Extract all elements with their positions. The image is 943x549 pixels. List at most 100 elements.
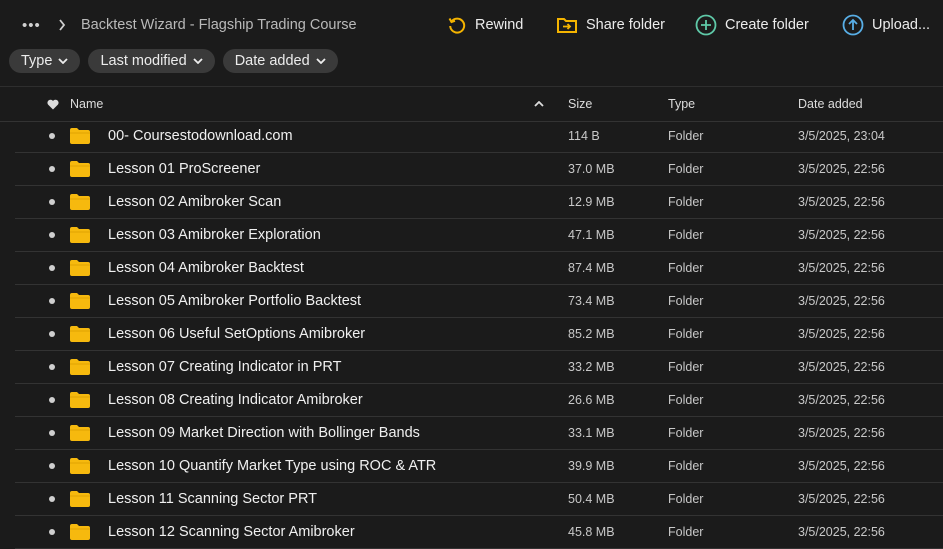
row-bullet-icon [49, 219, 55, 251]
file-type: Folder [668, 261, 704, 275]
file-size: 12.9 MB [568, 195, 615, 209]
table-row[interactable]: Lesson 03 Amibroker Exploration 47.1 MB Fo… [15, 219, 943, 252]
table-row[interactable]: Lesson 05 Amibroker Portfolio Backtest 73… [15, 285, 943, 318]
file-date-added: 3/5/2025, 22:56 [798, 294, 885, 308]
chevron-down-icon [316, 56, 326, 67]
file-name[interactable]: Lesson 02 Amibroker Scan [108, 186, 281, 218]
file-date-added: 3/5/2025, 22:56 [798, 228, 885, 242]
create-folder-label: Create folder [725, 17, 809, 33]
table-row[interactable]: Lesson 08 Creating Indicator Amibroker 26… [15, 384, 943, 417]
file-size: 85.2 MB [568, 327, 615, 341]
table-row[interactable]: Lesson 01 ProScreener 37.0 MB Folder 3/5/20… [15, 153, 943, 186]
folder-icon [70, 219, 90, 251]
table-row[interactable]: Lesson 06 Useful SetOptions Amibroker 85.… [15, 318, 943, 351]
file-type: Folder [668, 492, 704, 506]
folder-icon [70, 516, 90, 548]
table-row[interactable]: Lesson 10 Quantify Market Type using ROC… [15, 450, 943, 483]
create-folder-button[interactable]: Create folder [695, 0, 809, 50]
breadcrumb[interactable]: Backtest Wizard - Flagship Trading Cours… [81, 0, 357, 50]
file-size: 33.1 MB [568, 426, 615, 440]
table-row[interactable]: Lesson 11 Scanning Sector PRT 50.4 MB Fold… [15, 483, 943, 516]
filter-modified-label: Last modified [100, 53, 187, 69]
table-row[interactable]: Lesson 04 Amibroker Backtest 87.4 MB Folde… [15, 252, 943, 285]
file-size: 73.4 MB [568, 294, 615, 308]
file-name[interactable]: Lesson 01 ProScreener [108, 153, 260, 185]
row-bullet-icon [49, 186, 55, 218]
row-bullet-icon [49, 153, 55, 185]
file-date-added: 3/5/2025, 22:56 [798, 459, 885, 473]
file-date-added: 3/5/2025, 22:56 [798, 162, 885, 176]
file-list: 00- Coursestodownload.com 114 B Folder 3/5/… [0, 120, 943, 549]
row-bullet-icon [49, 285, 55, 317]
filter-date-added-chip[interactable]: Date added [222, 49, 338, 73]
row-bullet-icon [49, 483, 55, 515]
chevron-down-icon [193, 56, 203, 67]
heart-icon[interactable] [47, 87, 59, 121]
folder-icon [70, 417, 90, 449]
table-row[interactable]: Lesson 07 Creating Indicator in PRT 33.2 … [15, 351, 943, 384]
upload-icon [842, 14, 864, 36]
row-bullet-icon [49, 318, 55, 350]
file-name[interactable]: Lesson 05 Amibroker Portfolio Backtest [108, 285, 361, 317]
row-bullet-icon [49, 351, 55, 383]
file-date-added: 3/5/2025, 23:04 [798, 129, 885, 143]
file-type: Folder [668, 129, 704, 143]
file-type: Folder [668, 195, 704, 209]
file-date-added: 3/5/2025, 22:56 [798, 492, 885, 506]
table-row[interactable]: Lesson 09 Market Direction with Bollinge… [15, 417, 943, 450]
column-name-header[interactable]: Name [70, 87, 103, 121]
table-row[interactable]: 00- Coursestodownload.com 114 B Folder 3/5/… [15, 120, 943, 153]
file-type: Folder [668, 360, 704, 374]
file-size: 87.4 MB [568, 261, 615, 275]
column-type-header[interactable]: Type [668, 87, 695, 121]
sort-ascending-icon[interactable] [534, 87, 544, 121]
file-name[interactable]: Lesson 10 Quantify Market Type using ROC… [108, 450, 436, 482]
file-name[interactable]: Lesson 07 Creating Indicator in PRT [108, 351, 341, 383]
file-name[interactable]: Lesson 09 Market Direction with Bollinge… [108, 417, 420, 449]
table-row[interactable]: Lesson 12 Scanning Sector Amibroker 45.8 … [15, 516, 943, 549]
folder-icon [70, 351, 90, 383]
file-type: Folder [668, 459, 704, 473]
chevron-down-icon [58, 56, 69, 67]
folder-icon [70, 318, 90, 350]
file-size: 37.0 MB [568, 162, 615, 176]
filter-type-label: Type [21, 53, 53, 69]
folder-icon [70, 153, 90, 185]
file-name[interactable]: Lesson 11 Scanning Sector PRT [108, 483, 317, 515]
file-size: 47.1 MB [568, 228, 615, 242]
upload-label: Upload... [872, 17, 931, 33]
folder-icon [70, 120, 90, 152]
file-date-added: 3/5/2025, 22:56 [798, 195, 885, 209]
file-type: Folder [668, 426, 704, 440]
file-date-added: 3/5/2025, 22:56 [798, 327, 885, 341]
share-folder-label: Share folder [586, 17, 665, 33]
folder-icon [70, 252, 90, 284]
column-size-header[interactable]: Size [568, 87, 592, 121]
share-folder-icon [557, 18, 577, 33]
table-row[interactable]: Lesson 02 Amibroker Scan 12.9 MB Folder 3/5… [15, 186, 943, 219]
file-size: 50.4 MB [568, 492, 615, 506]
folder-icon [70, 450, 90, 482]
row-bullet-icon [49, 252, 55, 284]
upload-button[interactable]: Upload... [842, 0, 930, 50]
filter-type-chip[interactable]: Type [9, 49, 81, 73]
rewind-button[interactable]: Rewind [447, 0, 523, 50]
file-name[interactable]: Lesson 08 Creating Indicator Amibroker [108, 384, 363, 416]
file-date-added: 3/5/2025, 22:56 [798, 426, 885, 440]
file-type: Folder [668, 393, 704, 407]
file-name[interactable]: 00- Coursestodownload.com [108, 120, 293, 152]
file-date-added: 3/5/2025, 22:56 [798, 525, 885, 539]
file-name[interactable]: Lesson 03 Amibroker Exploration [108, 219, 321, 251]
file-date-added: 3/5/2025, 22:56 [798, 360, 885, 374]
top-toolbar: ••• Backtest Wizard - Flagship Trading C… [0, 0, 943, 50]
filter-bar: Type Last modified Date added [9, 49, 338, 73]
column-date-header[interactable]: Date added [798, 87, 863, 121]
file-name[interactable]: Lesson 04 Amibroker Backtest [108, 252, 304, 284]
file-size: 114 B [568, 129, 600, 143]
row-bullet-icon [49, 417, 55, 449]
filter-last-modified-chip[interactable]: Last modified [88, 49, 215, 73]
share-folder-button[interactable]: Share folder [556, 0, 665, 50]
file-name[interactable]: Lesson 06 Useful SetOptions Amibroker [108, 318, 365, 350]
file-name[interactable]: Lesson 12 Scanning Sector Amibroker [108, 516, 355, 548]
more-options-icon[interactable]: ••• [22, 0, 41, 50]
